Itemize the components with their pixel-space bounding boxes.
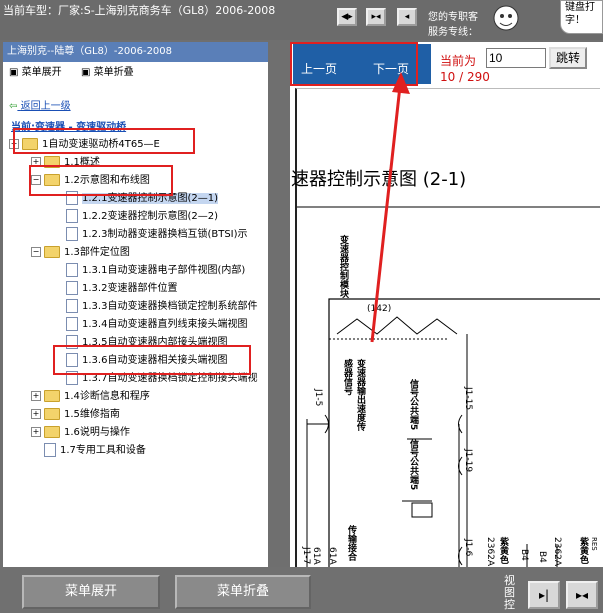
car-model-title: 当前车型：厂家:S-上海别克商务车（GL8）2006-2008 (3, 4, 276, 17)
menu-expand-link[interactable]: ▣ 菜单展开 (9, 66, 62, 80)
document-icon (66, 299, 78, 313)
bottom-bar: 菜单展开 菜单折叠 视 图 控 ▸| ▸◂ (0, 567, 603, 613)
connector-j1-5: J1-5 (313, 389, 323, 407)
tree-doc-item[interactable]: 1.2.2变速器控制示意图(2—2) (53, 208, 218, 226)
tree-item-label: 1.6说明与操作 (64, 427, 130, 438)
tree-folder-item[interactable]: +1.4诊断信息和程序 (31, 388, 150, 406)
document-icon (66, 281, 78, 295)
wire-2362a-2: 2362A (552, 537, 562, 567)
connector-j1-19: J1-19 (463, 449, 473, 473)
help-line-1: 您的专职客 (428, 12, 478, 23)
help-hotline: 您的专职客 服务专线： (428, 10, 478, 40)
highlight-box-3 (53, 345, 251, 375)
tree-panel: 上海别克--陆尊（GL8）-2006-2008 ▣ 菜单展开 ▣ 菜单折叠 ⇦ … (3, 42, 268, 567)
transmission-engage-label: 传输接合 (346, 525, 356, 561)
tree-item-label: 1.3.1自动变速器电子部件视图(内部) (82, 265, 246, 276)
next-icon[interactable]: ◂ (397, 8, 417, 26)
connector-j1-6: J1-6 (463, 539, 473, 557)
wire-61a-2: 61A (327, 547, 337, 565)
tree-item-label: 1.3部件定位图 (64, 247, 130, 258)
wire-61a-1: 61A (311, 547, 321, 565)
chat-bubble[interactable]: 键盘打 字！ (560, 0, 603, 34)
tree-item-label: 1.3.2变速器部件位置 (82, 283, 178, 294)
back-label: 返回上一级 (20, 101, 71, 112)
view-next-icon[interactable]: ▸| (528, 581, 560, 609)
menu-collapse-label: 菜单折叠 (93, 67, 134, 78)
view-label-3: 控 (504, 598, 515, 611)
highlight-box-2 (29, 165, 173, 196)
view-fit-icon[interactable]: ▸◂ (566, 581, 598, 609)
document-icon (66, 209, 78, 223)
back-link[interactable]: ⇦ 返回上一级 (9, 100, 71, 114)
document-panel: 上一页 下一页 当前为 10 / 290 跳转 速器控制示意图 (2-1) (290, 42, 603, 567)
expand-node-icon[interactable]: + (31, 427, 41, 437)
bubble-line-1: 键盘打 (565, 2, 595, 13)
menu-expand-label: 菜单展开 (21, 67, 62, 78)
tree-doc-item[interactable]: 1.3.4自动变速器直列线束接头端视图 (53, 316, 247, 334)
annotation-arrow (370, 72, 410, 343)
top-header: 当前车型：厂家:S-上海别克商务车（GL8）2006-2008 ◀▸ ▸◂ ◂ … (0, 0, 603, 40)
expand-node-icon[interactable]: + (31, 391, 41, 401)
expand-square-icon: ▣ (9, 67, 19, 78)
collapse-node-icon[interactable]: − (31, 247, 41, 257)
folder-icon (44, 408, 60, 420)
tree-doc-item[interactable]: 1.3.3自动变速器换档锁定控制系统部件 (53, 298, 257, 316)
schematic-drawing (297, 206, 600, 567)
tree-doc-item[interactable]: 1.3.1自动变速器电子部件视图(内部) (53, 262, 245, 280)
tree-doc-item[interactable]: 1.3.2变速器部件位置 (53, 280, 177, 298)
current-page-label: 当前为 (440, 54, 477, 68)
res-label: RES (590, 537, 598, 551)
tree-folder-item[interactable]: +1.6说明与操作 (31, 424, 130, 442)
module-label: 变速器控制模块 (338, 235, 348, 298)
help-line-2: 服务专线： (428, 27, 478, 38)
tree-item-label: 1.5维修指南 (64, 409, 120, 420)
expand-icon[interactable]: ▸◂ (366, 8, 386, 26)
page-toolbar: 上一页 下一页 当前为 10 / 290 跳转 (290, 42, 603, 86)
menu-collapse-link[interactable]: ▣ 菜单折叠 (81, 66, 134, 80)
panel-title: 上海别克--陆尊（GL8）-2006-2008 (3, 42, 268, 62)
collapse-menu-button[interactable]: 菜单折叠 (175, 575, 311, 609)
expand-node-icon[interactable]: + (31, 409, 41, 419)
document-icon (66, 227, 78, 241)
wire-2362a-1: 2362A (485, 537, 495, 567)
folder-icon (44, 426, 60, 438)
mascot-icon (493, 5, 519, 31)
wire-color-1: 紫黄色 (498, 537, 508, 564)
bubble-line-2: 字！ (565, 15, 585, 26)
sensor-signal-label: 变速器输出速度传感器信号 (342, 359, 365, 431)
tree-doc-item[interactable]: 1.7专用工具和设备 (31, 442, 146, 460)
back-arrow-icon: ⇦ (9, 101, 18, 112)
signal-common-1: 信号公共端5 (408, 379, 418, 431)
expand-menu-button[interactable]: 菜单展开 (22, 575, 160, 609)
signal-common-2: 信号公共端5 (408, 439, 418, 491)
wire-color-2: 紫黄色 (578, 537, 588, 564)
document-icon (44, 443, 56, 457)
tree-item-label: 1.3.3自动变速器换档锁定控制系统部件 (82, 301, 258, 312)
connector-j1-7: J1-7 (301, 547, 311, 565)
page-status: 10 / 290 (440, 70, 490, 84)
tree-item-label: 1.2.3制动器变速器换档互锁(BTSI)示 (82, 229, 248, 240)
folder-icon (44, 390, 60, 402)
document-icon (66, 317, 78, 331)
pin-b4-1: B4 (519, 549, 529, 561)
schematic-view: 速器控制示意图 (2-1) 变速器控制模块 (142) 变速器输出速度传感器信号… (291, 88, 600, 567)
tree-folder-item[interactable]: +1.5维修指南 (31, 406, 120, 424)
tree-folder-item[interactable]: − 1.3部件定位图 (31, 244, 130, 262)
folder-icon (44, 246, 60, 258)
tree-item-label: 1.4诊断信息和程序 (64, 391, 150, 402)
tree-item-label: 1.2.2变速器控制示意图(2—2) (82, 211, 218, 222)
tree-item-label: 1.7专用工具和设备 (60, 445, 146, 456)
connector-j1-15: J1-15 (463, 387, 473, 411)
tree-item-label: 1.3.4自动变速器直列线束接头端视图 (82, 319, 248, 330)
tree-doc-item[interactable]: 1.2.3制动器变速器换档互锁(BTSI)示 (53, 226, 248, 244)
prev-icon[interactable]: ◀▸ (337, 8, 357, 26)
highlight-box-1 (13, 128, 195, 154)
collapse-square-icon: ▣ (81, 67, 91, 78)
document-icon (66, 263, 78, 277)
goto-button[interactable]: 跳转 (549, 47, 587, 69)
page-number-input[interactable] (486, 48, 546, 68)
pin-b4-2: B4 (537, 551, 547, 563)
